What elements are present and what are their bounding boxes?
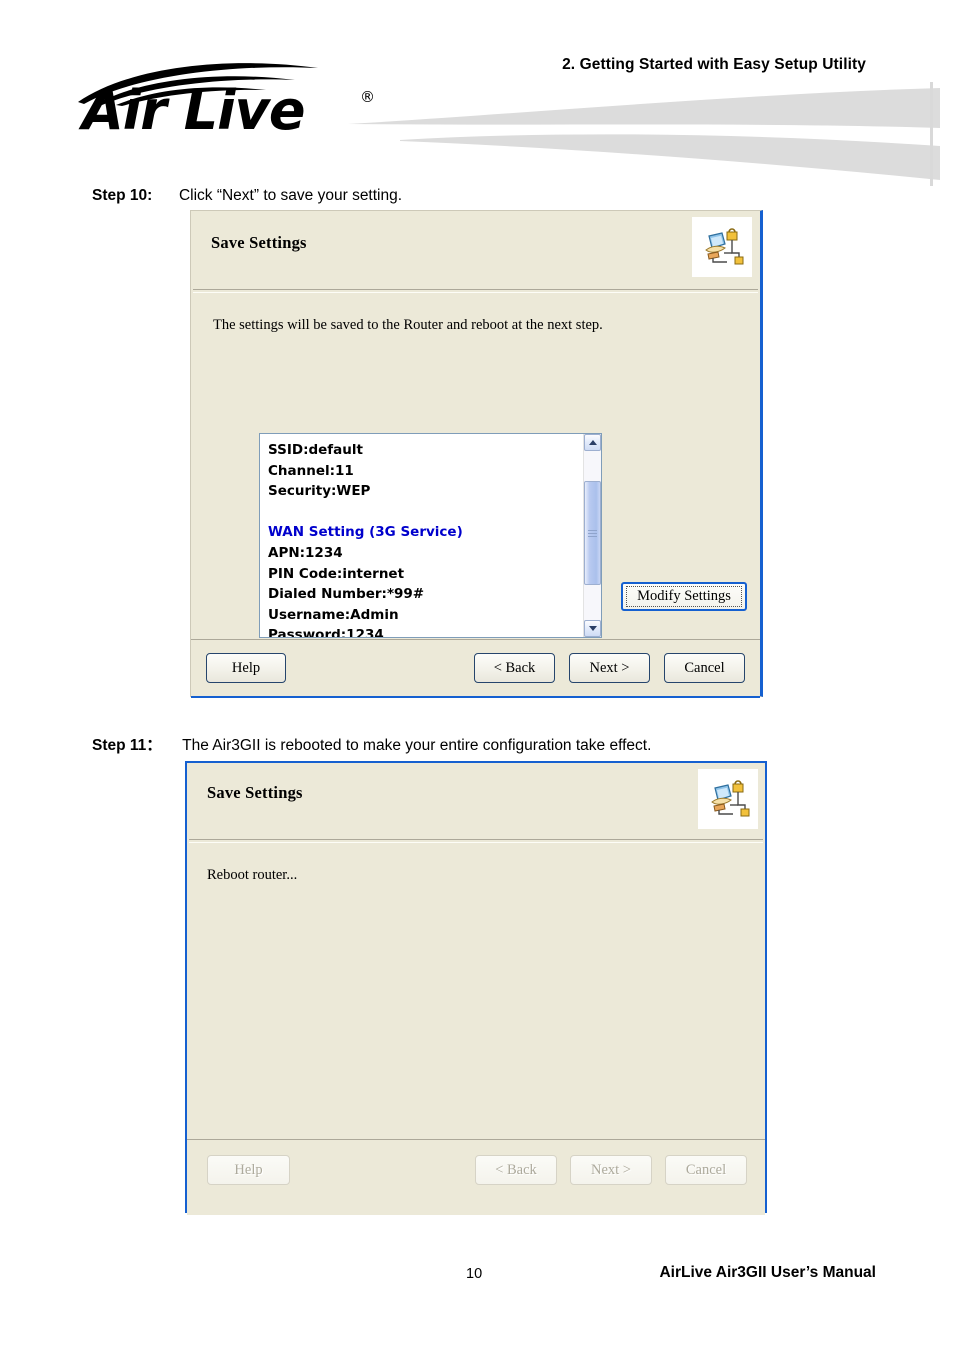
dialog-body: The settings will be saved to the Router…	[191, 293, 760, 639]
next-button: Next >	[570, 1155, 652, 1185]
list-item: SSID:default	[268, 442, 363, 458]
scrollbar-thumb[interactable]	[584, 481, 601, 585]
settings-summary-listbox[interactable]: SSID:default Channel:11 Security:WEP WAN…	[259, 433, 602, 638]
modify-settings-button[interactable]: Modify Settings	[621, 582, 747, 611]
dialog-description: The settings will be saved to the Router…	[213, 317, 603, 333]
step-10-instruction: Step 10: Click “Next” to save your setti…	[92, 187, 402, 205]
listbox-scrollbar[interactable]	[583, 434, 601, 637]
footer-separator	[191, 639, 760, 640]
step-10-label: Step 10:	[92, 187, 153, 204]
scroll-up-button[interactable]	[584, 434, 601, 451]
reboot-status-text: Reboot router...	[207, 867, 298, 883]
chevron-down-icon	[588, 626, 597, 631]
page-header: 2. Getting Started with Easy Setup Utili…	[0, 0, 954, 186]
cancel-button[interactable]: Cancel	[664, 653, 745, 683]
list-item-spacer	[268, 502, 583, 523]
step-10-text: Click “Next” to save your setting.	[178, 187, 403, 204]
back-button: < Back	[475, 1155, 557, 1185]
reboot-dialog: Save Settings Reboot router... Help < Ba…	[185, 761, 767, 1215]
step-11-instruction: Step 11： The Air3GII is rebooted to make…	[92, 733, 651, 755]
list-item: APN:1234	[268, 544, 343, 561]
dialog-header: Save Settings	[187, 763, 765, 839]
dialog-header: Save Settings	[191, 211, 760, 289]
step-11-text: The Air3GII is rebooted to make your ent…	[182, 737, 652, 754]
scroll-down-button[interactable]	[584, 620, 601, 637]
section-title: 2. Getting Started with Easy Setup Utili…	[562, 56, 866, 73]
modify-settings-label: Modify Settings	[626, 586, 742, 607]
help-button: Help	[207, 1155, 290, 1185]
step-11-label: Step 11：	[92, 737, 162, 754]
page-number: 10	[466, 1266, 483, 1282]
header-vertical-rule	[930, 82, 933, 186]
save-settings-dialog: Save Settings The settings will be saved…	[190, 210, 763, 698]
list-item: Security:WEP	[268, 483, 371, 500]
network-security-icon	[692, 217, 752, 277]
back-button[interactable]: < Back	[474, 653, 555, 683]
scrollbar-track[interactable]	[584, 451, 601, 620]
dialog-body: Reboot router...	[187, 843, 765, 1139]
page-footer: 10 AirLive Air3GII User’s Manual	[0, 1262, 954, 1302]
list-item-heading: WAN Setting (3G Service)	[268, 524, 463, 541]
manual-title: AirLive Air3GII User’s Manual	[659, 1264, 876, 1281]
logo-wordmark: Air Live	[82, 79, 305, 142]
list-item: PIN Code:internet	[268, 565, 405, 582]
dialog-title: Save Settings	[211, 233, 307, 252]
dialog-footer: Help < Back Next > Cancel	[191, 639, 760, 698]
dialog-footer: Help < Back Next > Cancel	[187, 1139, 765, 1215]
list-item: Channel:11	[268, 462, 354, 479]
help-button[interactable]: Help	[206, 653, 286, 683]
cancel-button: Cancel	[665, 1155, 747, 1185]
settings-summary-content: SSID:default Channel:11 Security:WEP WAN…	[260, 434, 583, 637]
dialog-title: Save Settings	[207, 783, 303, 802]
dialog-bottom-border	[191, 696, 760, 698]
footer-separator	[187, 1139, 765, 1140]
grip-icon	[588, 528, 597, 539]
header-swoosh-graphic	[348, 88, 940, 180]
list-item: Username:Admin	[268, 606, 399, 623]
chevron-up-icon	[588, 440, 597, 445]
list-item: Dialed Number:*99#	[268, 586, 425, 603]
next-button[interactable]: Next >	[569, 653, 650, 683]
list-item: Password:1234	[268, 627, 384, 637]
network-security-icon	[698, 769, 758, 829]
